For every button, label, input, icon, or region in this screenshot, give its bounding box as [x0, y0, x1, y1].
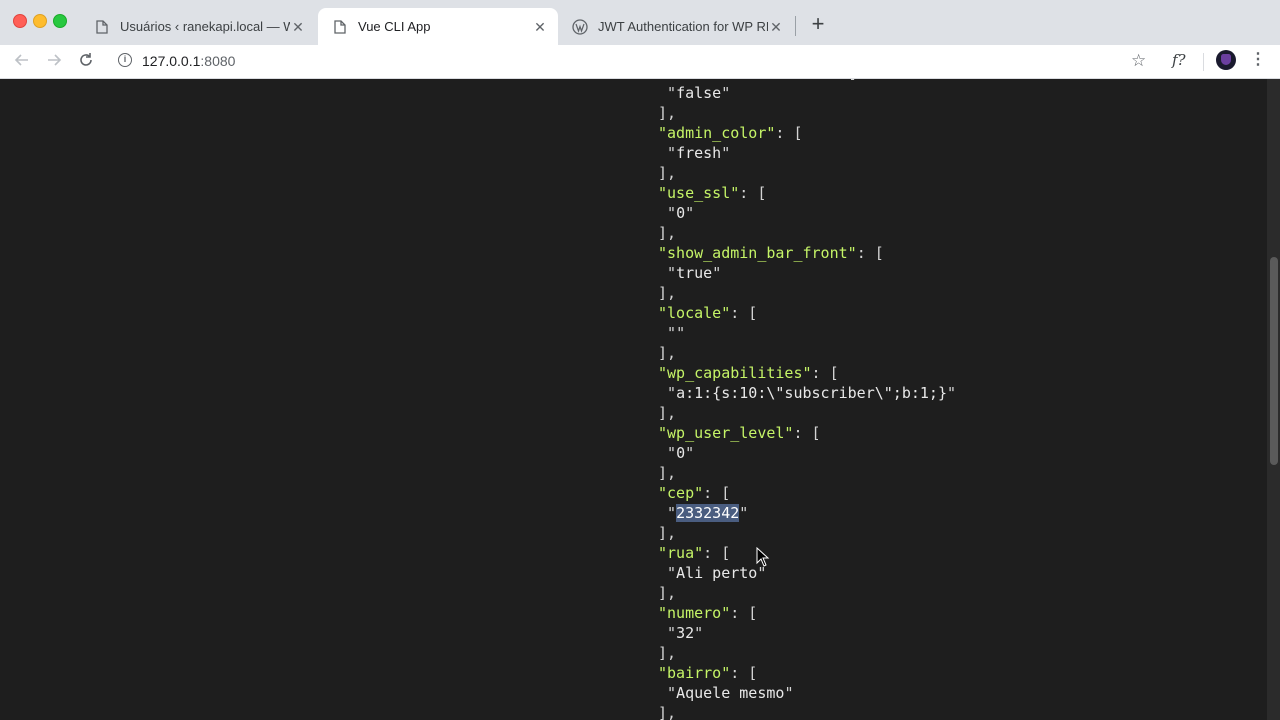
json-key: "bairro"	[658, 664, 731, 682]
json-value: fresh	[676, 144, 722, 162]
tab-divider	[795, 16, 796, 36]
page-icon	[332, 19, 348, 35]
reload-icon	[80, 53, 92, 66]
json-value: false	[676, 84, 722, 102]
json-key-line: "cep": [	[658, 484, 731, 502]
json-bracket-close: ],	[658, 644, 677, 662]
minimize-window-button[interactable]	[33, 14, 47, 28]
json-value-line: "0"	[658, 204, 695, 222]
bookmark-star-icon[interactable]: ☆	[1131, 51, 1146, 71]
json-key-line: "admin_color": [	[658, 124, 803, 142]
json-key: "numero"	[658, 604, 731, 622]
json-value: Aquele mesmo	[676, 684, 785, 702]
scrollbar-thumb[interactable]	[1270, 257, 1278, 465]
json-key: "show_admin_bar_front"	[658, 244, 857, 262]
url-host: 127.0.0.1	[142, 53, 201, 69]
json-value-line: ""	[658, 324, 686, 342]
json-value: true	[676, 264, 713, 282]
json-value-line: "true"	[658, 264, 722, 282]
wordpress-icon	[572, 18, 588, 35]
close-tab-icon[interactable]: ✕	[290, 19, 306, 35]
json-key-line: "numero": [	[658, 604, 758, 622]
new-tab-button[interactable]: +	[806, 12, 830, 36]
json-key: "wp_user_level"	[658, 424, 794, 442]
json-bracket-close: ],	[658, 584, 677, 602]
site-info-icon[interactable]: i	[118, 53, 132, 67]
json-key-line: "wp_user_level": [	[658, 424, 821, 442]
toolbar-divider	[1203, 53, 1204, 71]
json-key: "cep"	[658, 484, 704, 502]
reload-button[interactable]	[73, 49, 99, 75]
json-value-line: "fresh"	[658, 144, 731, 162]
json-value-line: "a:1:{s:10:\"subscriber\";b:1;}"	[658, 384, 957, 402]
json-bracket-close: ],	[658, 164, 677, 182]
json-key: "use_ssl"	[658, 184, 740, 202]
page-icon	[94, 19, 110, 35]
json-viewer: "comment_shortcuts": [ "false"],"admin_c…	[658, 79, 956, 720]
json-value-line: "Ali perto"	[658, 564, 767, 582]
tab-usuarios[interactable]: Usuários ‹ ranekapi.local — Wo ✕	[80, 8, 316, 45]
kebab-menu-icon[interactable]: ⋮	[1250, 49, 1266, 69]
json-key-line: "rua": [	[658, 544, 731, 562]
json-key: "wp_capabilities"	[658, 364, 812, 382]
json-value: 0	[676, 444, 686, 462]
json-bracket-close: ],	[658, 104, 677, 122]
json-key: "admin_color"	[658, 124, 776, 142]
vertical-scrollbar[interactable]	[1267, 79, 1280, 720]
json-bracket-close: ],	[658, 524, 677, 542]
url-text[interactable]: 127.0.0.1:8080	[142, 53, 235, 69]
json-bracket-close: ],	[658, 404, 677, 422]
json-value-line: "2332342"	[658, 504, 749, 522]
json-value-line: "0"	[658, 444, 695, 462]
close-tab-icon[interactable]: ✕	[768, 19, 784, 35]
profile-avatar[interactable]	[1216, 50, 1236, 70]
tab-label: JWT Authentication for WP RES	[598, 19, 768, 34]
json-value: Ali perto	[676, 564, 758, 582]
json-key: "locale"	[658, 304, 731, 322]
forward-arrow-icon	[48, 54, 62, 66]
tab-label: Usuários ‹ ranekapi.local — Wo	[120, 19, 290, 34]
tab-jwt-authentication[interactable]: JWT Authentication for WP RES ✕	[558, 8, 794, 45]
json-bracket-close: ],	[658, 704, 677, 720]
tab-label: Vue CLI App	[358, 19, 431, 34]
maximize-window-button[interactable]	[53, 14, 67, 28]
json-key-line: "show_admin_bar_front": [	[658, 244, 884, 262]
json-key-line: "use_ssl": [	[658, 184, 767, 202]
selected-text: 2332342	[676, 504, 740, 522]
json-value: 0	[676, 204, 686, 222]
json-value-line: "false"	[658, 84, 731, 102]
json-key: "rua"	[658, 544, 704, 562]
json-key-line: "bairro": [	[658, 664, 758, 682]
extension-button[interactable]: f?	[1172, 51, 1186, 69]
json-bracket-close: ],	[658, 464, 677, 482]
url-port: :8080	[200, 53, 236, 69]
forward-button[interactable]	[41, 49, 67, 75]
close-window-button[interactable]	[13, 14, 27, 28]
back-button[interactable]	[9, 49, 35, 75]
json-bracket-close: ],	[658, 344, 677, 362]
json-key-line: "wp_capabilities": [	[658, 364, 839, 382]
tab-strip: Usuários ‹ ranekapi.local — Wo ✕ Vue CLI…	[0, 0, 1280, 45]
browser-toolbar: i 127.0.0.1:8080 ☆ f? ⋮	[0, 45, 1280, 79]
tab-vue-cli-app[interactable]: Vue CLI App ✕	[318, 8, 558, 45]
json-value-line: "Aquele mesmo"	[658, 684, 794, 702]
json-key-line: "locale": [	[658, 304, 758, 322]
back-arrow-icon	[14, 54, 28, 66]
json-value-line: "32"	[658, 624, 704, 642]
page-content: "comment_shortcuts": [ "false"],"admin_c…	[0, 79, 1267, 720]
json-bracket-close: ],	[658, 224, 677, 242]
close-tab-icon[interactable]: ✕	[532, 19, 548, 35]
json-value: 32	[676, 624, 695, 642]
address-bar[interactable]: i 127.0.0.1:8080	[108, 47, 1158, 75]
json-bracket-close: ],	[658, 284, 677, 302]
json-value: a:1:{s:10:\"subscriber\";b:1;}	[676, 384, 947, 402]
